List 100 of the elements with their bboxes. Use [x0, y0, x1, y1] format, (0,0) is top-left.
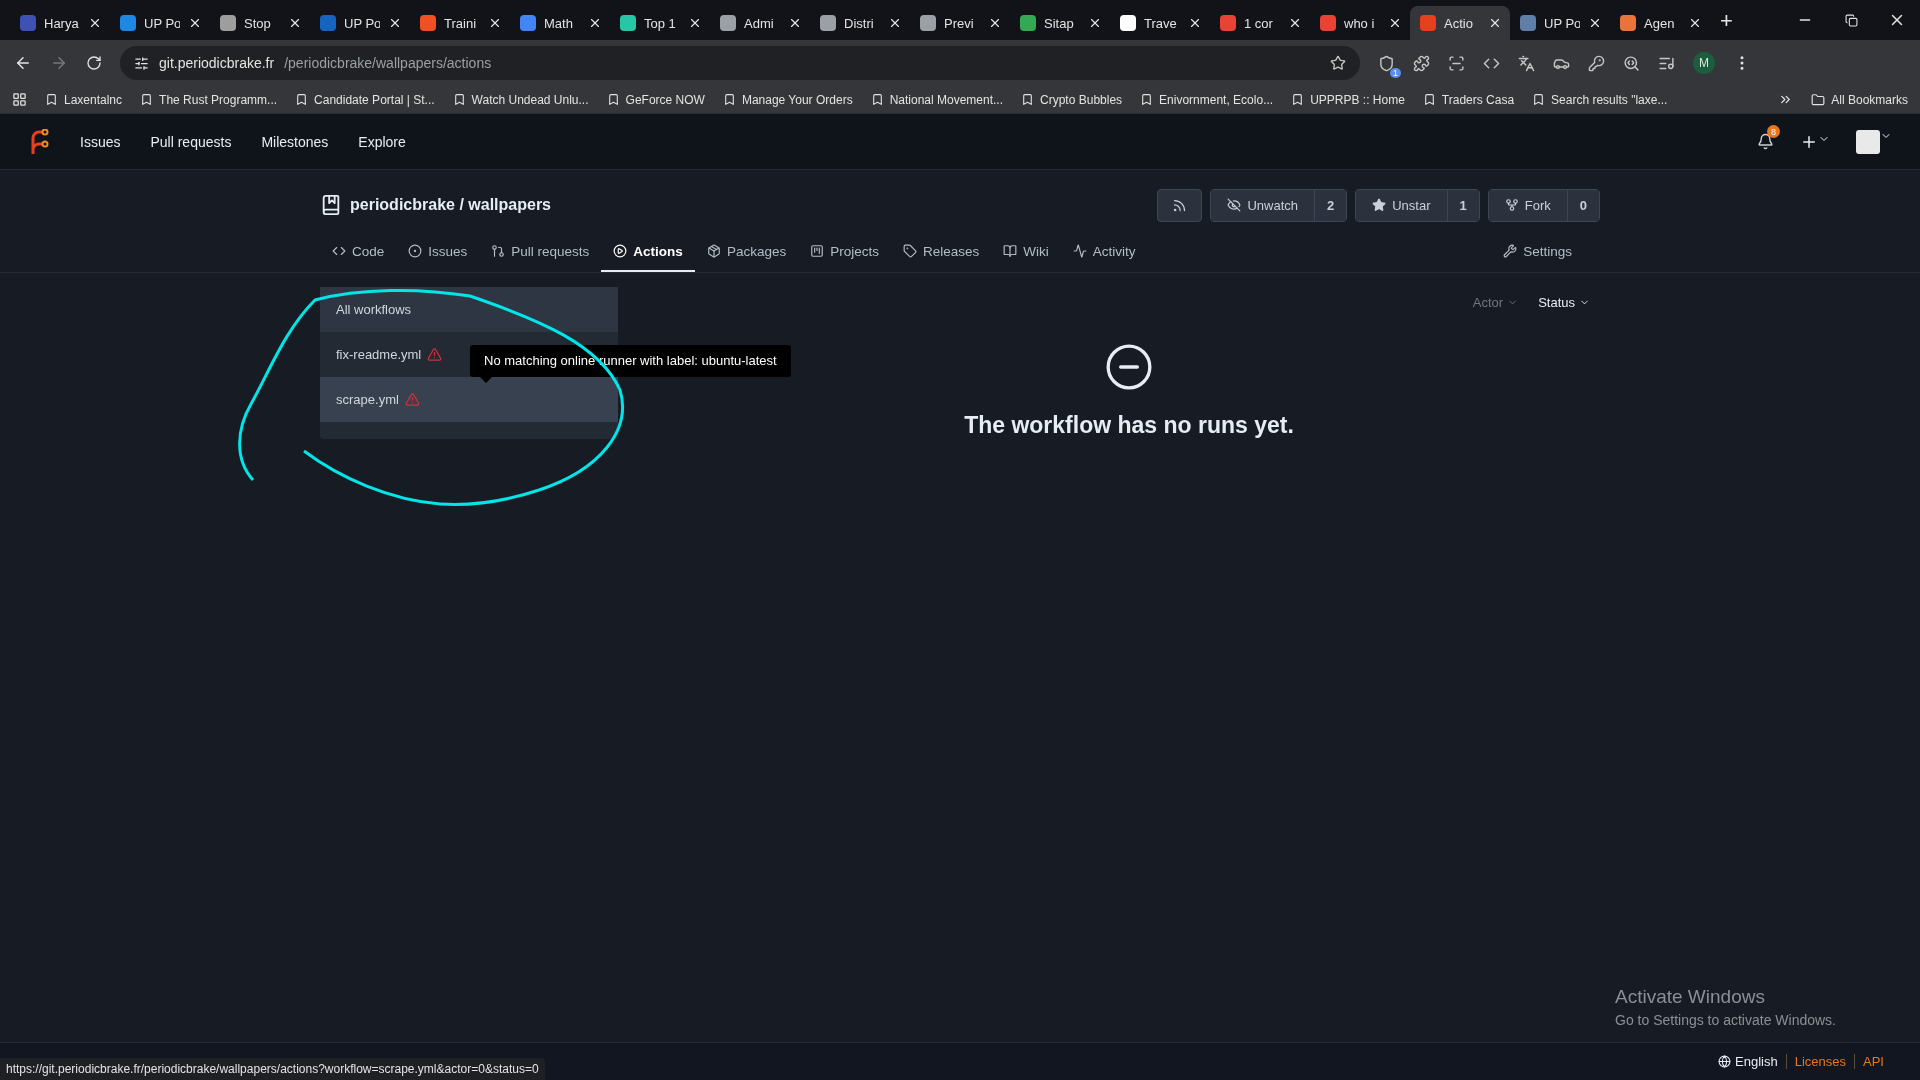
user-avatar[interactable] [1856, 129, 1880, 154]
site-info-icon[interactable] [134, 55, 149, 71]
new-tab-button[interactable]: + [1710, 8, 1743, 40]
nav-link[interactable]: Pull requests [150, 133, 232, 150]
close-icon[interactable] [188, 16, 202, 30]
bookmark-icon [870, 93, 884, 106]
close-icon[interactable] [788, 16, 802, 30]
nav-link[interactable]: Explore [358, 133, 406, 150]
browser-tab[interactable]: Math [510, 6, 610, 40]
close-icon[interactable] [1388, 16, 1402, 30]
bookmark[interactable]: Candidate Portal | St... [295, 92, 435, 107]
repo-tab[interactable]: Wiki [991, 232, 1061, 272]
footer-link[interactable]: API [1854, 1054, 1892, 1069]
apps-icon[interactable] [12, 92, 27, 107]
browser-tab[interactable]: Harya [10, 6, 110, 40]
repo-title[interactable]: periodicbrake / wallpapers [350, 196, 551, 214]
all-bookmarks[interactable]: All Bookmarks [1811, 92, 1908, 107]
bookmark[interactable]: National Movement... [870, 92, 1004, 107]
filter-dropdown[interactable]: Status [1538, 295, 1590, 310]
close-icon[interactable] [1488, 16, 1502, 30]
close-icon[interactable] [388, 16, 402, 30]
repo-tab[interactable]: Packages [694, 232, 799, 272]
settings-tab[interactable]: Settings [1491, 232, 1584, 272]
repo-tab[interactable]: Issues [396, 232, 480, 272]
browser-tab[interactable]: Top 1 [610, 6, 710, 40]
repo-tab[interactable]: Actions [601, 232, 695, 272]
bookmark[interactable]: Watch Undead Unlu... [452, 92, 589, 107]
settings-icon [1503, 244, 1518, 258]
repo-tab[interactable]: Releases [890, 232, 992, 272]
bookmark[interactable]: Enivornment, Ecolo... [1140, 92, 1274, 107]
address-bar[interactable]: git.periodicbrake.fr /periodicbrake/wallpapers/actions [120, 46, 1360, 80]
bookmark[interactable]: Search results "laxe... [1532, 92, 1668, 107]
watch-count[interactable]: 2 [1314, 189, 1347, 221]
browser-tab[interactable]: who i [1310, 6, 1410, 40]
fork-count[interactable]: 0 [1566, 189, 1599, 221]
close-icon[interactable] [488, 16, 502, 30]
search-icon[interactable] [1623, 54, 1640, 72]
bookmark[interactable]: GeForce NOW [606, 92, 705, 107]
close-icon[interactable] [288, 16, 302, 30]
scan-icon[interactable] [1448, 54, 1465, 72]
footer-link[interactable]: Licenses [1785, 1054, 1855, 1069]
repo-tab[interactable]: Pull requests [479, 232, 602, 272]
reload-icon[interactable] [86, 55, 102, 71]
bookmark[interactable]: Laxentalnc [45, 92, 123, 107]
forward-icon[interactable] [50, 54, 68, 72]
browser-tab[interactable]: Previ [910, 6, 1010, 40]
bookmark[interactable]: Traders Casa [1422, 92, 1515, 107]
browser-tab[interactable]: UP Po [1510, 6, 1610, 40]
close-icon[interactable] [1088, 16, 1102, 30]
workflow-item[interactable]: scrape.yml [320, 377, 618, 422]
browser-tab[interactable]: Traini [410, 6, 510, 40]
browser-tab[interactable]: Distri [810, 6, 910, 40]
package-icon [706, 244, 721, 258]
close-icon[interactable] [1288, 16, 1302, 30]
bookmark[interactable]: UPPRPB :: Home [1291, 92, 1405, 107]
key-icon[interactable] [1588, 54, 1605, 72]
browser-tab[interactable]: UP Po [110, 6, 210, 40]
close-icon[interactable] [88, 16, 102, 30]
close-icon[interactable] [988, 16, 1002, 30]
repo-tab[interactable]: Activity [1060, 232, 1148, 272]
language-selector[interactable]: English [1718, 1054, 1786, 1069]
browser-tab[interactable]: Actio [1410, 6, 1510, 40]
browser-tab[interactable]: 1 cor [1210, 6, 1310, 40]
fork-button[interactable]: Fork [1488, 189, 1567, 221]
profile-avatar[interactable]: M [1693, 52, 1715, 74]
rss-button[interactable] [1157, 188, 1203, 222]
back-icon[interactable] [14, 54, 32, 72]
puzzle-icon[interactable] [1413, 54, 1430, 72]
star-button[interactable]: Unstar [1356, 189, 1447, 221]
close-icon[interactable] [1588, 16, 1602, 30]
bookmark[interactable]: The Rust Programm... [140, 92, 278, 107]
bookmark[interactable]: Crypto Bubbles [1021, 92, 1123, 107]
browser-tab[interactable]: UP Po [310, 6, 410, 40]
close-icon[interactable] [1188, 16, 1202, 30]
bell-icon[interactable] [1757, 133, 1774, 150]
browser-tab[interactable]: Sitap [1010, 6, 1110, 40]
bookmark-star-icon[interactable] [1330, 55, 1346, 71]
workflow-item[interactable]: All workflows [320, 287, 618, 332]
browser-tab[interactable]: Admi [710, 6, 810, 40]
watch-button[interactable]: Unwatch [1211, 189, 1314, 221]
bookmark-icon [1140, 93, 1154, 106]
repo-tab[interactable]: Projects [798, 232, 891, 272]
close-icon[interactable] [588, 16, 602, 30]
translate-icon[interactable] [1518, 54, 1535, 72]
shield-icon[interactable] [1378, 54, 1395, 72]
tab-title: Actio [1444, 15, 1474, 31]
browser-tab[interactable]: Stop [210, 6, 310, 40]
browser-tab[interactable]: Trave [1110, 6, 1210, 40]
browser-tab[interactable]: Agen [1610, 6, 1710, 40]
bookmark[interactable]: Manage Your Orders [722, 92, 853, 107]
nav-link[interactable]: Milestones [261, 133, 329, 150]
tab-title: Harya [44, 15, 80, 31]
extension-badge: 1 [1390, 67, 1401, 78]
close-icon[interactable] [1688, 16, 1702, 30]
nav-link[interactable]: Issues [80, 133, 121, 150]
repo-tab[interactable]: Code [320, 232, 397, 272]
close-icon[interactable] [688, 16, 702, 30]
restore-icon[interactable] [1844, 13, 1858, 27]
star-count[interactable]: 1 [1446, 189, 1479, 221]
close-icon[interactable] [888, 16, 902, 30]
